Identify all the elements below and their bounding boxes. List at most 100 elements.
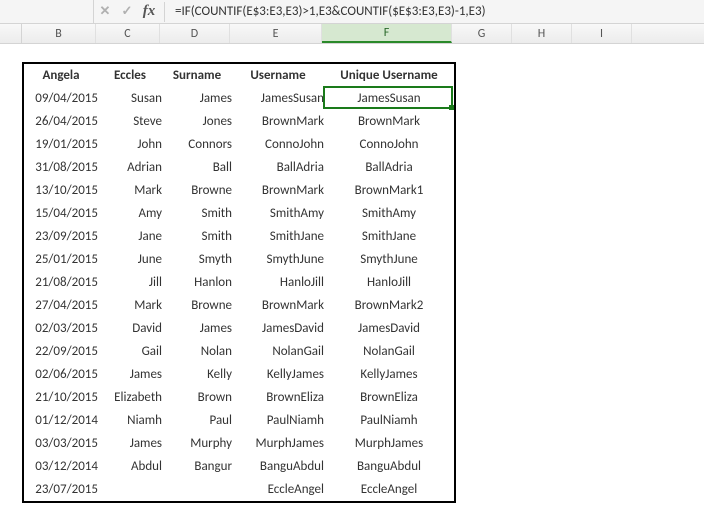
cell[interactable]: 25/01/2015 — [24, 248, 98, 271]
cell[interactable]: David — [98, 317, 162, 340]
cell[interactable]: 21/10/2015 — [24, 386, 98, 409]
cell[interactable]: Ball — [162, 156, 232, 179]
col-header-b[interactable]: B — [22, 24, 96, 43]
col-header-g[interactable]: G — [452, 24, 512, 43]
header-username[interactable]: Username — [232, 64, 324, 87]
header-eccles[interactable]: Eccles — [98, 64, 162, 87]
cell[interactable]: ConnoJohn — [324, 133, 454, 156]
cancel-icon[interactable]: ✕ — [94, 2, 116, 22]
cell[interactable]: JamesSusan — [232, 87, 324, 110]
cell[interactable]: Mark — [98, 294, 162, 317]
cell[interactable]: PaulNiamh — [324, 409, 454, 432]
formula-input[interactable]: =IF(COUNTIF(E$3:E3,E3)>1,E3&COUNTIF($E$3… — [169, 4, 704, 19]
cell[interactable]: 23/09/2015 — [24, 225, 98, 248]
cell[interactable]: SmithJane — [232, 225, 324, 248]
cell[interactable] — [162, 478, 232, 501]
cell[interactable]: BanguAbdul — [324, 455, 454, 478]
cell[interactable]: BrownMark — [232, 179, 324, 202]
cell[interactable]: Gail — [98, 340, 162, 363]
cell[interactable]: BrownMark1 — [324, 179, 454, 202]
cell[interactable]: HanloJill — [232, 271, 324, 294]
cell[interactable]: EccleAngel — [324, 478, 454, 501]
cell[interactable]: BrownMark2 — [324, 294, 454, 317]
cell[interactable]: SmythJune — [232, 248, 324, 271]
cell[interactable]: Adrian — [98, 156, 162, 179]
cell[interactable]: Jane — [98, 225, 162, 248]
cell[interactable]: 31/08/2015 — [24, 156, 98, 179]
header-unique-username[interactable]: Unique Username — [324, 64, 454, 87]
cell[interactable]: 19/01/2015 — [24, 133, 98, 156]
cell[interactable]: NolanGail — [232, 340, 324, 363]
cell[interactable]: JamesDavid — [232, 317, 324, 340]
cell[interactable]: Browne — [162, 294, 232, 317]
cell[interactable]: NolanGail — [324, 340, 454, 363]
cell[interactable]: BallAdria — [324, 156, 454, 179]
cell[interactable]: 21/08/2015 — [24, 271, 98, 294]
cell[interactable]: Niamh — [98, 409, 162, 432]
cell[interactable]: Mark — [98, 179, 162, 202]
cell[interactable]: Steve — [98, 110, 162, 133]
cell[interactable]: James — [98, 432, 162, 455]
cell[interactable]: BrownMark — [232, 294, 324, 317]
cell[interactable] — [98, 478, 162, 501]
cell[interactable]: KellyJames — [232, 363, 324, 386]
cell[interactable]: James — [162, 317, 232, 340]
cell[interactable]: Nolan — [162, 340, 232, 363]
col-header-e[interactable]: E — [230, 24, 322, 43]
cell[interactable]: KellyJames — [324, 363, 454, 386]
cell[interactable]: SmithAmy — [324, 202, 454, 225]
cell[interactable]: SmithJane — [324, 225, 454, 248]
cell[interactable]: Hanlon — [162, 271, 232, 294]
cell[interactable]: Brown — [162, 386, 232, 409]
cell[interactable]: 03/12/2014 — [24, 455, 98, 478]
cell[interactable]: JamesDavid — [324, 317, 454, 340]
cell[interactable]: 09/04/2015 — [24, 87, 98, 110]
cell[interactable]: Kelly — [162, 363, 232, 386]
cell[interactable]: Jill — [98, 271, 162, 294]
cell[interactable]: 01/12/2014 — [24, 409, 98, 432]
cell[interactable]: BrownMark — [324, 110, 454, 133]
cell[interactable]: SmithAmy — [232, 202, 324, 225]
cell[interactable]: JamesSusan — [324, 87, 454, 110]
cell[interactable]: Susan — [98, 87, 162, 110]
col-header-d[interactable]: D — [160, 24, 230, 43]
col-header-h[interactable]: H — [512, 24, 572, 43]
cell[interactable]: Abdul — [98, 455, 162, 478]
cell[interactable]: John — [98, 133, 162, 156]
cell[interactable]: MurphJames — [324, 432, 454, 455]
cell[interactable]: 27/04/2015 — [24, 294, 98, 317]
cell[interactable]: June — [98, 248, 162, 271]
cell[interactable]: 23/07/2015 — [24, 478, 98, 501]
cell[interactable]: 03/03/2015 — [24, 432, 98, 455]
cell[interactable]: Connors — [162, 133, 232, 156]
cell[interactable]: Jones — [162, 110, 232, 133]
cell[interactable]: 22/09/2015 — [24, 340, 98, 363]
cell[interactable]: EccleAngel — [232, 478, 324, 501]
cell[interactable]: Elizabeth — [98, 386, 162, 409]
cell[interactable]: 02/03/2015 — [24, 317, 98, 340]
col-header-i[interactable]: I — [572, 24, 632, 43]
cell[interactable]: Murphy — [162, 432, 232, 455]
cell[interactable]: HanloJill — [324, 271, 454, 294]
col-header-c[interactable]: C — [96, 24, 160, 43]
cell[interactable]: 13/10/2015 — [24, 179, 98, 202]
cell[interactable]: Smith — [162, 202, 232, 225]
cell[interactable]: BrownMark — [232, 110, 324, 133]
cell[interactable]: BanguAbdul — [232, 455, 324, 478]
cell[interactable]: 02/06/2015 — [24, 363, 98, 386]
cell[interactable]: MurphJames — [232, 432, 324, 455]
cell[interactable]: PaulNiamh — [232, 409, 324, 432]
cell[interactable]: James — [162, 87, 232, 110]
cell[interactable]: 26/04/2015 — [24, 110, 98, 133]
name-box[interactable] — [0, 0, 94, 23]
cell[interactable]: ConnoJohn — [232, 133, 324, 156]
cell[interactable]: SmythJune — [324, 248, 454, 271]
cell[interactable]: Browne — [162, 179, 232, 202]
data-grid[interactable]: Angela Eccles Surname Username Unique Us… — [22, 62, 456, 503]
select-all-corner[interactable] — [0, 24, 22, 43]
fx-icon[interactable]: fx — [138, 2, 160, 22]
cell[interactable]: James — [98, 363, 162, 386]
cell[interactable]: BrownEliza — [324, 386, 454, 409]
cell[interactable]: Amy — [98, 202, 162, 225]
cell[interactable]: Smyth — [162, 248, 232, 271]
